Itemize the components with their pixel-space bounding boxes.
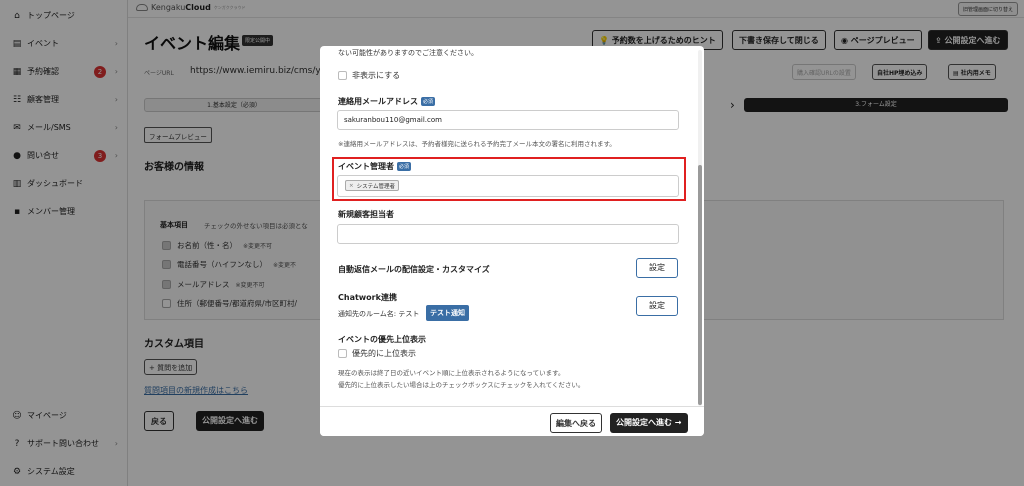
chatwork-settings-button[interactable]: 設定 [636,296,678,316]
priority-note-2: 優先的に上位表示したい場合は上のチェックボックスにチェックを入れてください。 [338,381,585,389]
priority-label: 優先的に上位表示 [352,349,416,358]
priority-note-1: 現在の表示は終了日の近いイベント順に上位表示されるようになっています。 [338,369,565,377]
contact-email-text: 連絡用メールアドレス [338,97,418,106]
back-to-edit-button[interactable]: 編集へ戻る [550,413,602,433]
new-owner-field[interactable] [337,224,679,244]
hide-label: 非表示にする [352,71,401,80]
caution-note: ない可能性がありますのでご注意ください。 [338,49,478,57]
scrollbar[interactable] [698,50,702,406]
auto-reply-label: 自動返信メールの配信設定・カスタマイズ [338,265,490,274]
chatwork-label: Chatwork連携 [338,293,397,302]
checkbox[interactable] [338,71,347,80]
priority-checkbox-row[interactable]: 優先的に上位表示 [338,348,416,359]
checkbox[interactable] [338,349,347,358]
chatwork-room: 通知先のルーム名: テスト [338,310,420,318]
scrollbar-thumb[interactable] [698,165,702,405]
event-manager-label: イベント管理者 必須 [338,161,412,172]
auto-reply-settings-button[interactable]: 設定 [636,258,678,278]
required-badge: 必須 [397,162,412,171]
priority-title: イベントの優先上位表示 [338,335,426,344]
modal-footer: 編集へ戻る 公開設定へ進む → [320,406,704,436]
contact-email-label: 連絡用メールアドレス 必須 [338,96,436,107]
required-badge: 必須 [421,97,436,106]
close-icon[interactable]: × [349,183,354,189]
contact-email-field[interactable]: sakuranbou110@gmail.com [337,110,679,130]
tag-label: システム管理者 [356,183,395,190]
manager-tag[interactable]: × システム管理者 [345,180,399,191]
contact-email-note: ※連絡用メールアドレスは、予約者様宛に送られる予約完了メール本文の署名に利用され… [338,140,616,148]
test-notify-button[interactable]: テスト通知 [426,305,469,321]
manager-text: イベント管理者 [338,162,394,171]
hide-checkbox-row[interactable]: 非表示にする [338,70,400,81]
new-owner-label: 新規顧客担当者 [338,210,394,219]
settings-modal: ない可能性がありますのでご注意ください。 非表示にする 連絡用メールアドレス 必… [320,46,704,436]
go-publish-button[interactable]: 公開設定へ進む → [610,413,688,433]
